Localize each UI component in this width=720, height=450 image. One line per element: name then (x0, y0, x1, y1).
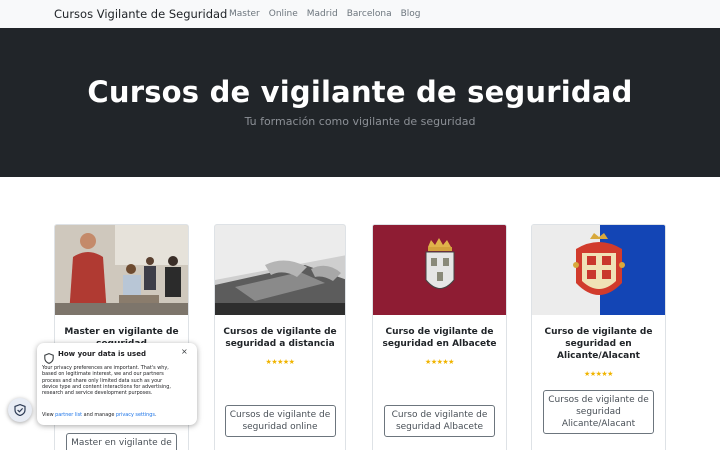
nav-link-master[interactable]: Master (229, 9, 260, 19)
privacy-consent-popup: How your data is used × Your privacy pre… (37, 343, 197, 425)
alicante-flag[interactable] (532, 225, 665, 315)
rating-stars-icon: ★★★★★ (265, 358, 295, 366)
rating-stars-icon: ★★★★★ (584, 370, 613, 378)
privacy-popup-body: Your privacy preferences are important. … (42, 365, 171, 397)
typing-photo[interactable] (215, 225, 345, 315)
navbar: Cursos Vigilante de Seguridad Master Onl… (0, 0, 720, 28)
privacy-settings-button[interactable] (8, 398, 32, 422)
hero-banner: Cursos de vigilante de seguridad Tu form… (0, 28, 720, 177)
footer-text: . (154, 412, 157, 418)
nav-links: Master Online Madrid Barcelona Blog (229, 9, 421, 19)
partner-list-link[interactable]: partner list (55, 412, 82, 418)
shield-check-icon (14, 404, 26, 416)
nav-link-blog[interactable]: Blog (401, 9, 421, 19)
hero-subtitle: Tu formación como vigilante de seguridad (244, 115, 476, 128)
rating-stars-icon: ★★★★★ (425, 358, 454, 366)
nav-link-madrid[interactable]: Madrid (307, 9, 338, 19)
navbar-brand[interactable]: Cursos Vigilante de Seguridad (54, 7, 227, 21)
course-card-title: Curso de vigilante de seguridad en Albac… (382, 327, 497, 349)
course-card-albacete: Curso de vigilante de seguridad en Albac… (372, 224, 507, 450)
albacete-flag[interactable] (373, 225, 506, 315)
course-card-button[interactable]: Master en vigilante de seguridad (66, 433, 177, 450)
footer-text: View (42, 412, 54, 418)
course-card-title: Cursos de vigilante de seguridad a dista… (223, 327, 337, 349)
course-card-alicante: Curso de vigilante de seguridad en Alica… (531, 224, 666, 450)
course-card-title: Curso de vigilante de seguridad en Alica… (544, 327, 653, 361)
privacy-popup-footer: View partner list and manage privacy set… (42, 412, 157, 418)
classroom-photo[interactable] (55, 225, 188, 315)
course-card-button[interactable]: Cursos de vigilante de seguridad Alicant… (543, 390, 654, 434)
course-card-button[interactable]: Curso de vigilante de seguridad Albacete (384, 405, 495, 437)
course-card-distancia: Cursos de vigilante de seguridad a dista… (214, 224, 346, 450)
nav-link-barcelona[interactable]: Barcelona (347, 9, 392, 19)
footer-text: and manage (83, 412, 115, 418)
nav-link-online[interactable]: Online (269, 9, 298, 19)
course-card-button[interactable]: Cursos de vigilante de seguridad online (224, 405, 336, 437)
close-icon[interactable]: × (181, 347, 188, 356)
privacy-popup-title: How your data is used (58, 350, 146, 358)
privacy-settings-link[interactable]: privacy settings (116, 412, 155, 418)
hero-title: Cursos de vigilante de seguridad (87, 75, 633, 109)
